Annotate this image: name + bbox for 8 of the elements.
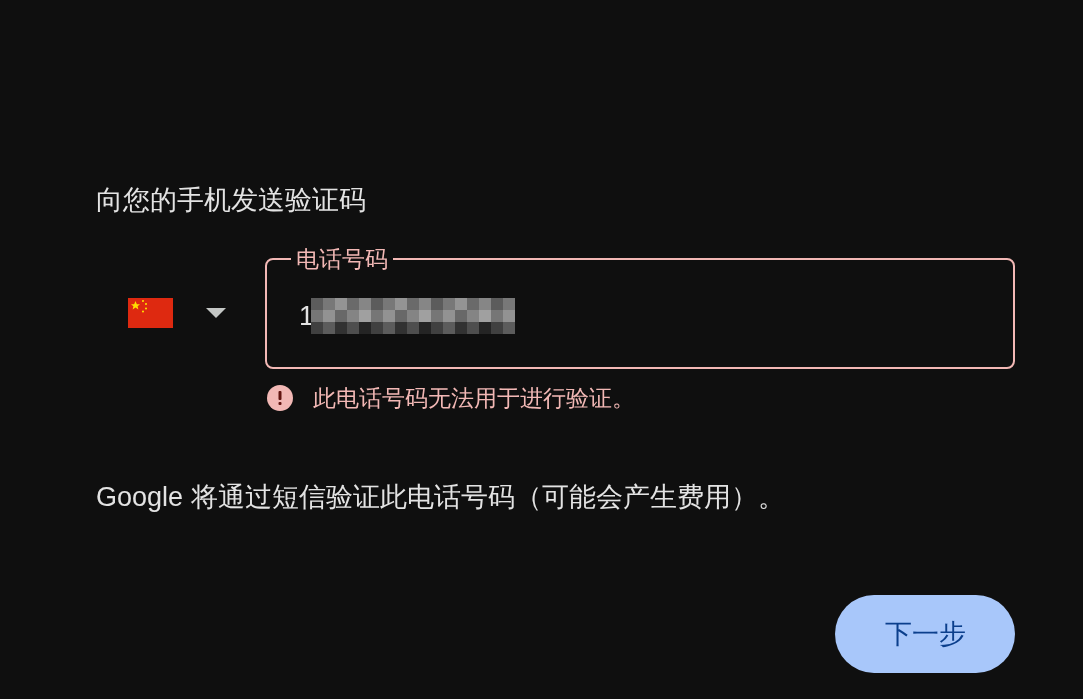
next-button[interactable]: 下一步: [835, 595, 1015, 673]
field-label: 电话号码: [295, 245, 389, 273]
page-heading: 向您的手机发送验证码: [96, 184, 367, 217]
flag-icon: [128, 298, 173, 328]
caret-icon: [206, 308, 226, 318]
sms-notice: Google 将通过短信验证此电话号码（可能会产生费用）。: [96, 481, 786, 514]
error-icon: [267, 385, 293, 411]
error-message: 此电话号码无法用于进行验证。: [313, 384, 635, 412]
